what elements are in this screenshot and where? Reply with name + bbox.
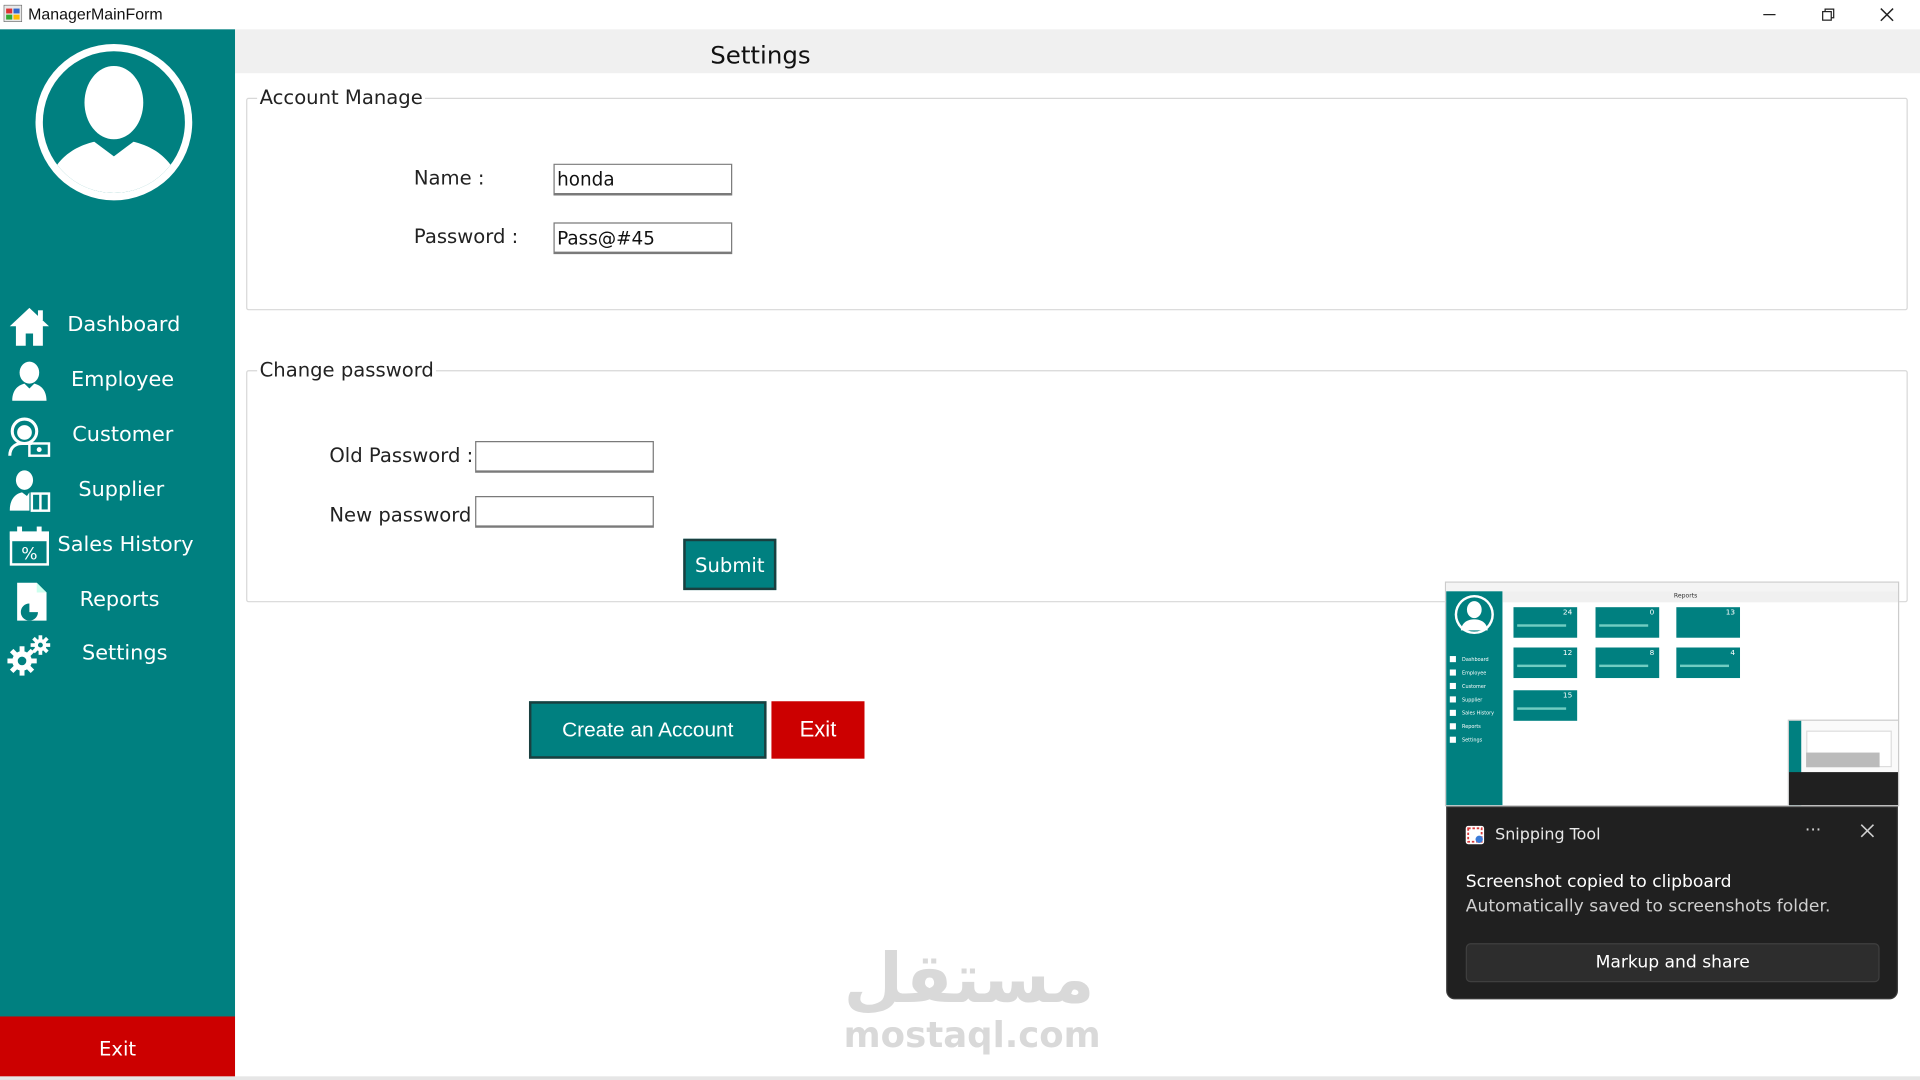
thumbnail-nav-item: Supplier <box>1449 695 1499 705</box>
thumbnail-avatar <box>1454 594 1494 635</box>
watermark-arabic: مستقل <box>843 939 1095 1019</box>
title-bar: ManagerMainForm <box>0 0 1920 30</box>
toast-app-name: Snipping Tool <box>1495 825 1601 845</box>
avatar <box>35 43 193 201</box>
new-password-label: New password : <box>329 503 485 527</box>
thumbnail-titlebar <box>1446 582 1898 592</box>
password-field[interactable]: Pass@#45 <box>553 222 733 255</box>
account-manage-group: Account Manage <box>246 85 1908 311</box>
name-field[interactable]: honda <box>553 163 733 196</box>
sidebar-item-sales-history[interactable]: % Sales History <box>0 522 235 571</box>
thumbnail-card: 13 <box>1676 607 1741 638</box>
app-window: ManagerMainForm Dashboard Employee Custo… <box>0 0 1920 1080</box>
thumbnail-nested-preview <box>1787 719 1898 806</box>
change-password-group: Change password <box>246 357 1908 603</box>
thumbnail-header: Reports <box>1502 591 1898 603</box>
more-options-icon[interactable]: ··· <box>1805 821 1821 841</box>
svg-text:%: % <box>21 545 37 565</box>
calendar-percent-icon: % <box>9 526 49 566</box>
watermark-logo: مستقل mostaql.com <box>843 939 1101 1056</box>
sidebar-item-label: Customer <box>72 422 174 448</box>
sidebar-item-employee[interactable]: Employee <box>0 357 235 406</box>
minimize-icon <box>1763 14 1776 16</box>
close-icon <box>1880 8 1894 22</box>
thumbnail-card: 24 <box>1513 607 1578 638</box>
minimize-button[interactable] <box>1741 0 1797 29</box>
toast-close-icon[interactable] <box>1859 822 1876 839</box>
markup-and-share-button[interactable]: Markup and share <box>1465 943 1880 983</box>
customer-icon <box>8 417 51 457</box>
password-label: Password : <box>413 224 519 249</box>
report-icon <box>17 582 47 621</box>
app-icon <box>3 4 23 22</box>
watermark-latin: mostaql.com <box>843 1014 1101 1056</box>
close-button[interactable] <box>1859 0 1915 29</box>
exit-button[interactable]: Exit <box>771 701 865 759</box>
snipping-tool-toast[interactable]: Snipping Tool ··· Screenshot copied to c… <box>1446 806 1898 1000</box>
window-title: ManagerMainForm <box>28 4 163 24</box>
old-password-field[interactable] <box>475 441 654 473</box>
window-bottom-edge <box>0 1076 1920 1080</box>
restore-button[interactable] <box>1800 0 1856 29</box>
thumbnail-nav-item: Settings <box>1449 735 1499 745</box>
sidebar-item-label: Supplier <box>78 477 165 503</box>
thumbnail-nav-item: Reports <box>1449 722 1499 732</box>
sidebar-item-label: Sales History <box>57 532 194 558</box>
gears-icon <box>7 635 51 676</box>
sidebar-exit-button[interactable]: Exit <box>0 1016 236 1080</box>
thumbnail-card: 15 <box>1513 690 1578 721</box>
submit-button[interactable]: Submit <box>683 538 777 591</box>
supplier-icon <box>9 470 51 512</box>
toast-title: Screenshot copied to clipboard <box>1465 872 1732 892</box>
restore-icon <box>1822 8 1835 21</box>
sidebar-item-label: Employee <box>71 367 175 393</box>
thumbnail-sidebar: Dashboard Employee Customer Supplier Sal… <box>1446 591 1503 806</box>
thumbnail-nav-item: Employee <box>1449 668 1499 678</box>
sidebar-item-settings[interactable]: Settings <box>0 630 235 679</box>
snipping-tool-icon <box>1465 825 1485 845</box>
new-password-field[interactable] <box>475 496 654 528</box>
sidebar-item-label: Dashboard <box>67 312 181 338</box>
screenshot-thumbnail[interactable]: Dashboard Employee Customer Supplier Sal… <box>1444 581 1900 807</box>
old-password-label: Old Password : <box>329 443 474 467</box>
sidebar-item-label: Reports <box>79 587 160 613</box>
account-manage-legend: Account Manage <box>257 85 426 109</box>
sidebar-item-customer[interactable]: Customer <box>0 412 235 461</box>
create-account-button[interactable]: Create an Account <box>528 701 767 759</box>
thumbnail-card: 4 <box>1676 647 1741 679</box>
sidebar-item-label: Settings <box>82 641 168 666</box>
thumbnail-nav-item: Sales History <box>1449 709 1499 719</box>
sidebar: Dashboard Employee Customer Supplier % S… <box>0 29 236 1080</box>
thumbnail-card: 8 <box>1595 647 1660 679</box>
page-title: Settings <box>710 40 811 70</box>
change-password-legend: Change password <box>257 357 437 382</box>
page-header: Settings <box>235 29 1920 74</box>
sidebar-item-reports[interactable]: Reports <box>0 577 235 626</box>
thumbnail-card: 12 <box>1513 647 1578 679</box>
sidebar-item-dashboard[interactable]: Dashboard <box>0 302 235 351</box>
sidebar-item-supplier[interactable]: Supplier <box>0 467 235 516</box>
name-label: Name : <box>413 166 485 190</box>
thumbnail-nav-item: Customer <box>1449 682 1499 692</box>
toast-body: Automatically saved to screenshots folde… <box>1465 896 1831 917</box>
thumbnail-title: Reports <box>1673 592 1698 600</box>
user-icon <box>12 361 47 401</box>
home-icon <box>9 307 49 346</box>
thumbnail-card: 0 <box>1595 607 1660 638</box>
thumbnail-nav-item: Dashboard <box>1449 655 1499 665</box>
